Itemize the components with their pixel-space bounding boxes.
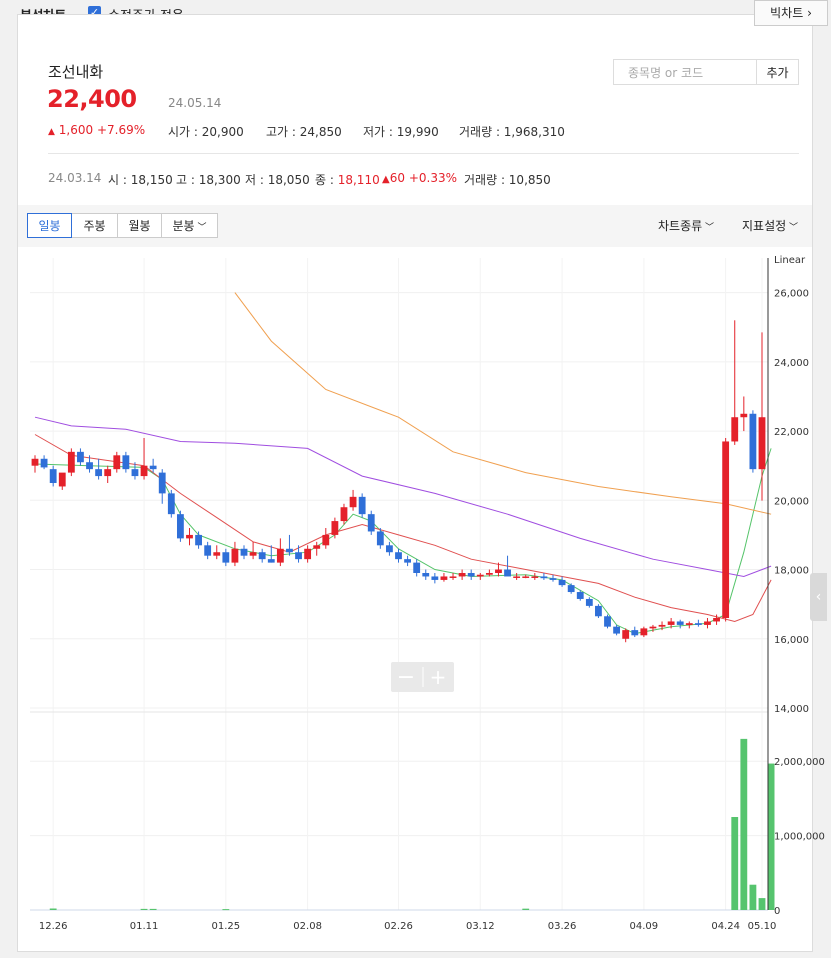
side-panel-toggle[interactable]: ‹: [810, 573, 827, 621]
chart-panel: 조선내화 22,400 24.05.14 ▲ 1,600 +7.69% 시가 :…: [17, 14, 813, 952]
history-high: 고 : 18,300: [176, 173, 241, 187]
open-stat: 시가 : 20,900: [168, 125, 244, 139]
history-close-value: 18,110: [337, 173, 380, 187]
indicator-menu[interactable]: 지표설정 ﹀: [742, 217, 798, 234]
chevron-right-icon: ›: [807, 6, 812, 20]
history-close-label: 종: [315, 173, 327, 187]
history-high-label: 고: [176, 173, 188, 187]
up-triangle-icon: ▲: [48, 127, 55, 137]
history-volume: 거래량 : 10,850: [464, 173, 551, 187]
stock-search-input[interactable]: 종목명 or 코드: [613, 59, 757, 85]
tab-daily[interactable]: 일봉: [27, 213, 72, 238]
tab-monthly[interactable]: 월봉: [118, 213, 162, 238]
history-high-value: 18,300: [198, 173, 241, 187]
chevron-down-icon: ﹀: [786, 223, 799, 233]
chart-toolbar: 일봉 주봉 월봉 분봉 ﹀ 차트종류 ﹀ 지표설정 ﹀: [18, 205, 812, 247]
history-low: 저 : 18,050: [245, 173, 310, 187]
chart-type-label: 차트종류: [658, 219, 703, 233]
chevron-left-icon: ‹: [815, 589, 822, 605]
high-stat: 고가 : 24,850: [266, 125, 342, 139]
chevron-down-icon: ﹀: [702, 223, 715, 233]
history-change-percent: +0.33%: [408, 171, 457, 185]
history-change-amount: 60: [389, 171, 405, 185]
history-volume-value: 10,850: [508, 173, 551, 187]
history-low-value: 18,050: [267, 173, 310, 187]
history-open-label: 시: [108, 173, 120, 187]
open-label: 시가: [168, 125, 191, 139]
open-value: 20,900: [201, 125, 244, 139]
history-open: 시 : 18,150: [108, 173, 173, 187]
low-value: 19,990: [396, 125, 439, 139]
change-amount: 1,600: [58, 123, 94, 137]
low-stat: 저가 : 19,990: [363, 125, 439, 139]
indicator-label: 지표설정: [742, 219, 787, 233]
tab-minute-label: 분봉: [172, 219, 195, 233]
high-label: 고가: [266, 125, 289, 139]
low-label: 저가: [363, 125, 386, 139]
stock-name: 조선내화: [48, 63, 104, 81]
chart-type-menu[interactable]: 차트종류 ﹀: [658, 217, 714, 234]
divider: [48, 153, 799, 154]
history-volume-label: 거래량: [464, 173, 498, 187]
add-button[interactable]: 추가: [757, 59, 799, 85]
chevron-down-icon: ﹀: [194, 223, 207, 233]
high-value: 24,850: [299, 125, 342, 139]
tab-minute[interactable]: 분봉 ﹀: [162, 213, 218, 238]
volume-stat: 거래량 : 1,968,310: [459, 125, 565, 139]
volume-value: 1,968,310: [503, 125, 565, 139]
history-close: 종 : 18,110: [315, 173, 380, 187]
history-date: 24.03.14: [48, 171, 102, 185]
current-price: 22,400: [47, 85, 137, 113]
big-chart-button[interactable]: 빅차트 ›: [754, 0, 828, 26]
price-change: ▲ 1,600 +7.69%: [48, 123, 145, 137]
volume-label: 거래량: [459, 125, 493, 139]
price-date: 24.05.14: [168, 96, 222, 110]
up-triangle-icon: ▲: [382, 174, 390, 185]
history-low-label: 저: [245, 173, 257, 187]
big-chart-label: 빅차트: [770, 6, 804, 20]
history-open-value: 18,150: [130, 173, 173, 187]
change-percent: +7.69%: [96, 123, 146, 137]
history-change: ▲60 +0.33%: [382, 171, 457, 185]
tab-weekly[interactable]: 주봉: [72, 213, 118, 238]
